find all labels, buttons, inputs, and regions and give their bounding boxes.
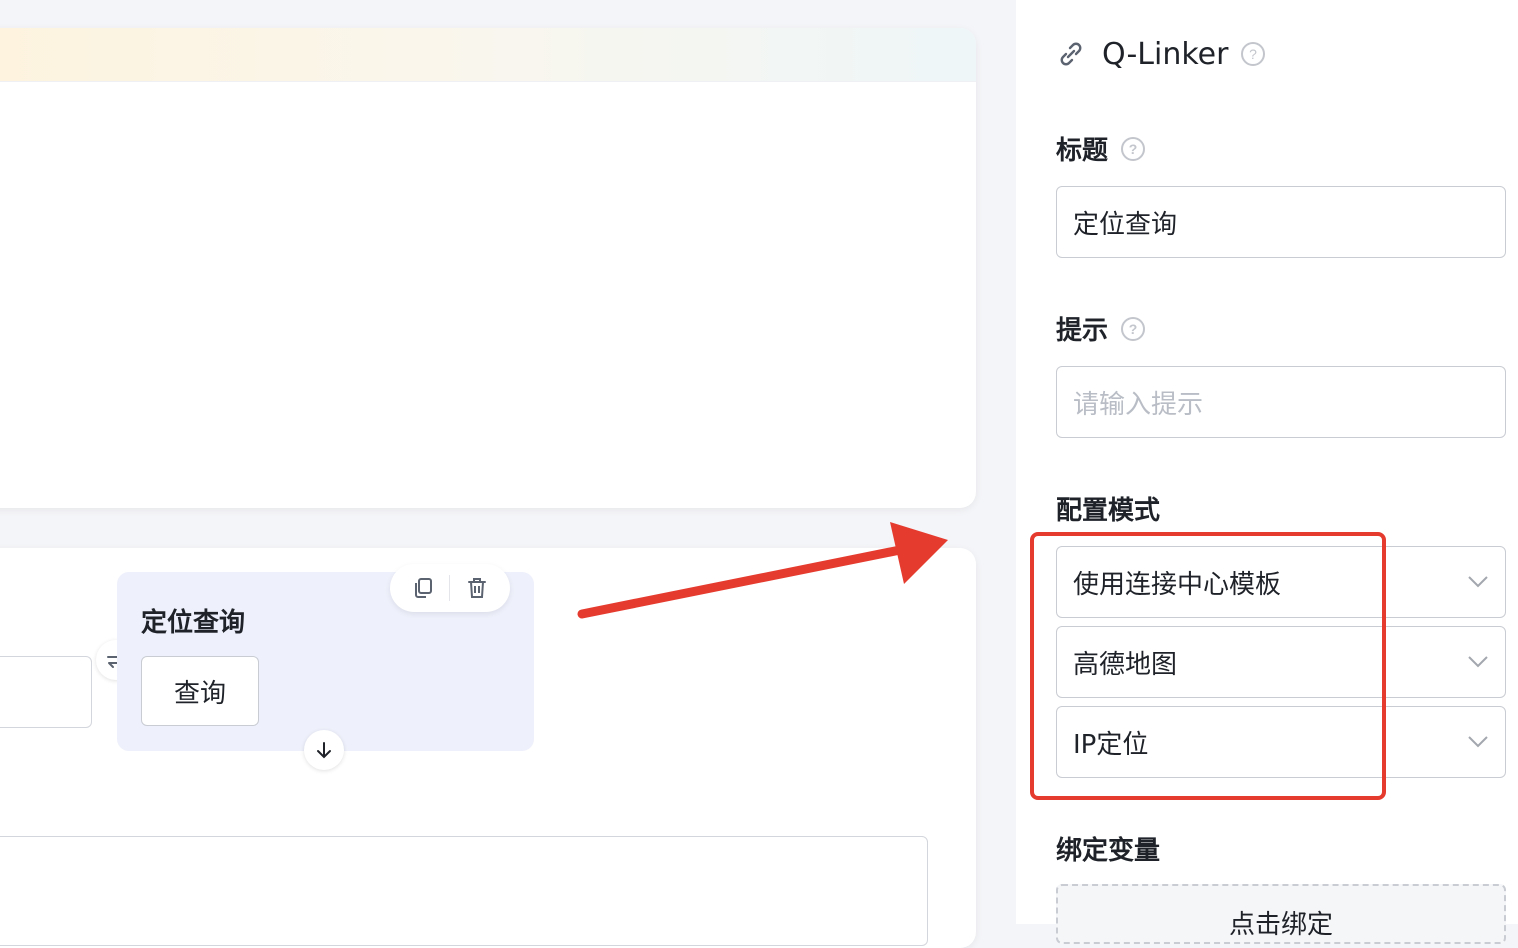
copy-icon[interactable]	[411, 576, 435, 600]
hint-label: 提示	[1056, 316, 1109, 346]
annotation-arrow	[577, 522, 948, 619]
editor-canvas: 定位查询 查询	[0, 0, 1016, 948]
svg-text:?: ?	[1129, 321, 1138, 337]
title-field-label: 标题 ?	[1056, 130, 1146, 167]
hint-input[interactable]: 请输入提示	[1056, 366, 1506, 438]
query-button[interactable]: 查询	[141, 656, 259, 726]
previous-block-input[interactable]	[0, 656, 92, 728]
hint-field-label: 提示 ?	[1056, 310, 1146, 347]
hint-input-placeholder: 请输入提示	[1073, 389, 1204, 420]
bind-button-label: 点击绑定	[1228, 910, 1333, 940]
help-icon[interactable]: ?	[1120, 136, 1146, 162]
chevron-down-icon	[1468, 656, 1488, 668]
chevron-down-icon	[1468, 736, 1488, 748]
next-block-area[interactable]	[0, 836, 928, 946]
title-input-value: 定位查询	[1073, 209, 1178, 240]
panel-title: Q-Linker	[1102, 36, 1229, 72]
arrow-down-icon	[317, 742, 331, 759]
help-icon[interactable]: ?	[1240, 41, 1266, 67]
add-below-button[interactable]	[304, 730, 344, 770]
preview-card-header	[0, 28, 976, 82]
toolbar-divider	[449, 575, 451, 601]
annotation-highlight-box	[1030, 532, 1386, 800]
bind-label: 绑定变量	[1056, 836, 1161, 866]
config-mode-label: 配置模式	[1056, 490, 1160, 527]
config-label: 配置模式	[1056, 496, 1161, 526]
block-title: 定位查询	[141, 608, 246, 638]
help-icon[interactable]: ?	[1120, 316, 1146, 342]
location-query-block[interactable]: 定位查询 查询	[117, 564, 534, 751]
svg-text:?: ?	[1129, 141, 1138, 157]
bind-variable-label: 绑定变量	[1056, 830, 1160, 867]
title-label: 标题	[1056, 136, 1109, 166]
link-icon	[1060, 42, 1082, 66]
bind-variable-button[interactable]: 点击绑定	[1056, 884, 1506, 944]
panel-header: Q-Linker ?	[1056, 32, 1266, 76]
chevron-down-icon	[1468, 576, 1488, 588]
title-input[interactable]: 定位查询	[1056, 186, 1506, 258]
svg-text:?: ?	[1250, 46, 1258, 62]
block-toolbar	[390, 564, 510, 612]
preview-card	[0, 28, 976, 508]
delete-icon[interactable]	[465, 576, 489, 600]
